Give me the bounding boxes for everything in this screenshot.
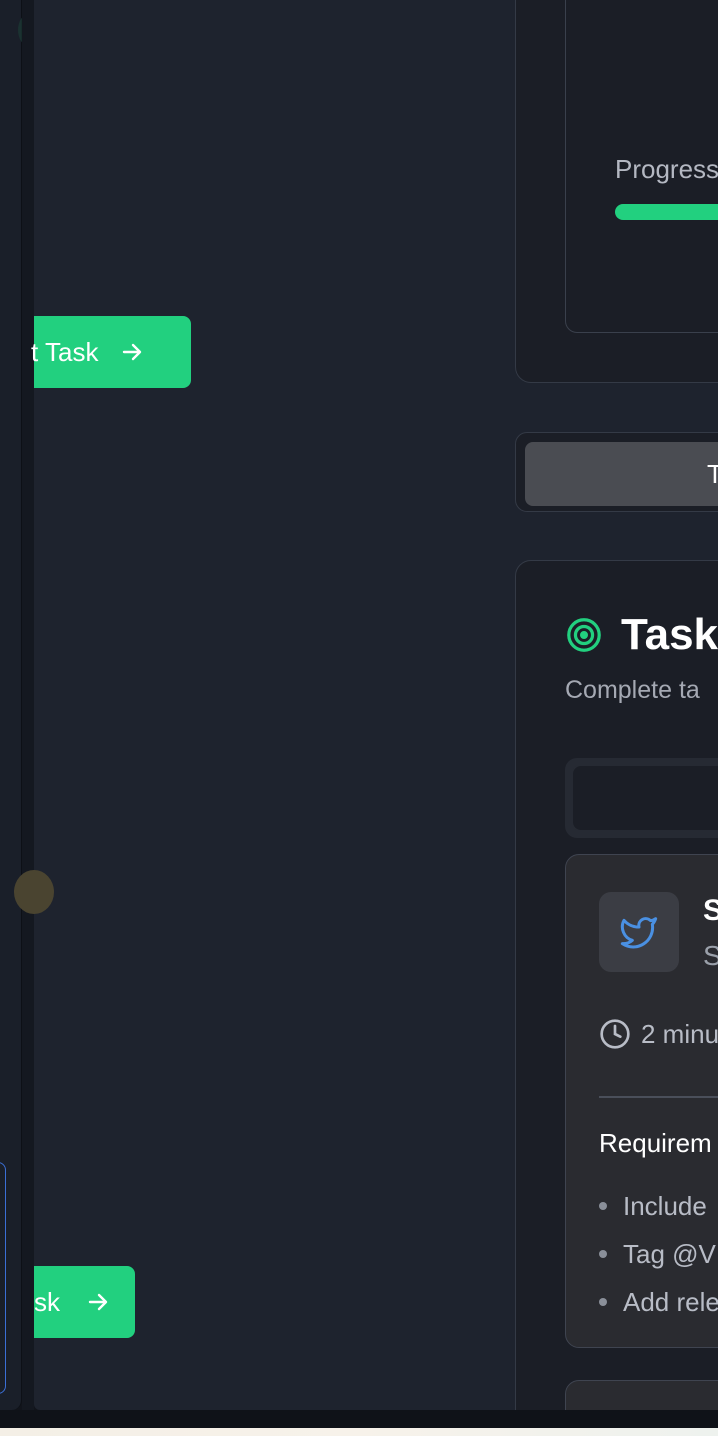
requirement-text: Tag @V: [623, 1238, 716, 1269]
tasks-header: Task: [565, 610, 718, 660]
requirement-text: Add rele: [623, 1286, 718, 1317]
task-time: 2 minu: [599, 1018, 718, 1050]
bullet-icon: [599, 1250, 607, 1258]
task-time-label: 2 minu: [641, 1018, 718, 1049]
avatar-dot: [14, 870, 54, 914]
arrow-right-icon: [88, 1293, 108, 1311]
bottom-bar: [0, 1428, 718, 1436]
requirements-list: Include Tag @V Add rele: [599, 1182, 718, 1326]
list-item: Add rele: [599, 1278, 718, 1326]
divider: [599, 1096, 718, 1098]
tasks-title: Task: [621, 610, 718, 659]
list-item: Tag @V: [599, 1230, 718, 1278]
task-name: S: [703, 894, 718, 927]
task-description: S: [703, 940, 718, 971]
tasks-subtitle: Complete ta: [565, 676, 700, 704]
bullet-icon: [599, 1298, 607, 1306]
start-task-label: t Task: [31, 336, 99, 367]
twitter-icon: [620, 917, 658, 949]
divider: [22, 0, 34, 1410]
selected-outline: [0, 1162, 6, 1394]
platform-tile: [599, 892, 679, 972]
list-item: Include: [599, 1182, 718, 1230]
task-button[interactable]: sk: [34, 1266, 135, 1338]
bottom-strip: [0, 1410, 718, 1428]
tab-label: Ta: [707, 458, 718, 489]
tab-tasks[interactable]: Ta: [525, 442, 718, 506]
task-button-label: sk: [34, 1286, 60, 1317]
app-root: t Task sk Progress Ta Task Complete ta: [0, 0, 718, 1436]
arrow-right-icon: [123, 343, 142, 361]
right-area: Progress Ta Task Complete ta S S: [515, 0, 718, 1436]
progress-bar: [615, 204, 718, 220]
requirement-text: Include: [623, 1190, 707, 1221]
bullet-icon: [599, 1202, 607, 1210]
clock-icon: [600, 1019, 630, 1049]
progress-label: Progress: [615, 154, 718, 184]
start-task-button[interactable]: t Task: [31, 316, 191, 388]
target-icon: [567, 618, 601, 652]
filter-input[interactable]: [573, 766, 718, 830]
requirements-title: Requirem: [599, 1128, 712, 1158]
